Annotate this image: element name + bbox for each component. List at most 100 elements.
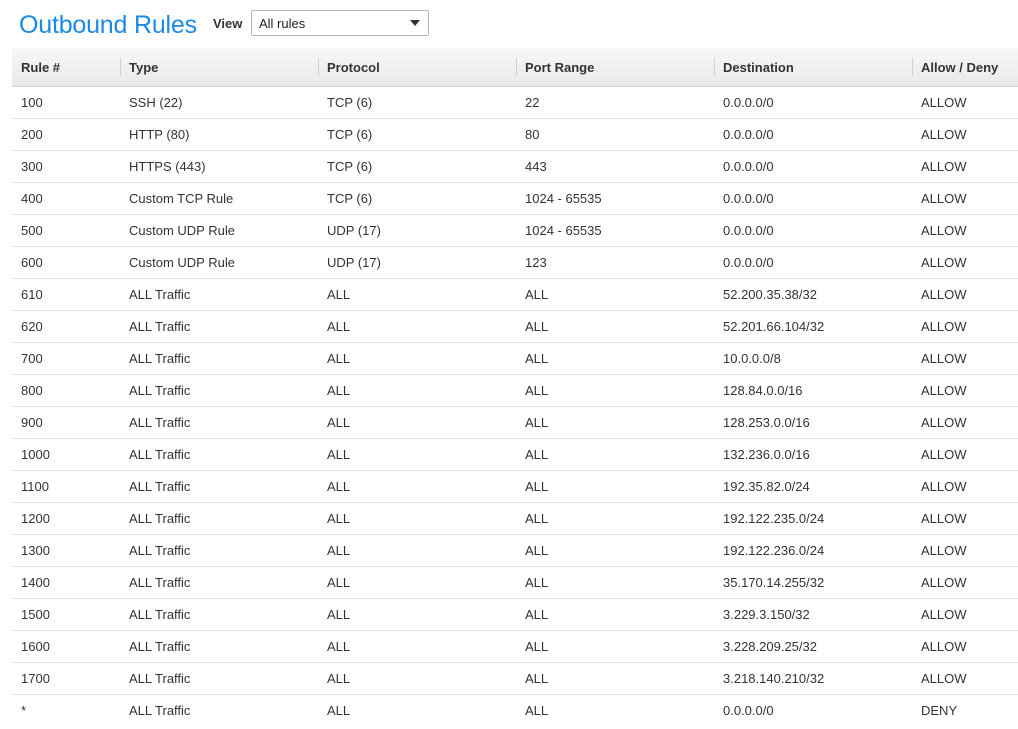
column-header-protocol[interactable]: Protocol bbox=[318, 48, 516, 87]
cell-destination: 35.170.14.255/32 bbox=[714, 566, 912, 599]
cell-type: ALL Traffic bbox=[120, 374, 318, 407]
page-title: Outbound Rules bbox=[19, 11, 197, 39]
table-row[interactable]: 900 ALL Traffic ALL ALL 128.253.0.0/16 ALLOW bbox=[12, 406, 1018, 439]
cell-rule-number: 1500 bbox=[12, 598, 120, 631]
cell-port-range: ALL bbox=[516, 534, 714, 567]
table-body: 100 SSH (22) TCP (6) 22 0.0.0.0/0 ALLOW 200 HTT… bbox=[12, 86, 1018, 727]
cell-destination: 3.229.3.150/32 bbox=[714, 598, 912, 631]
table-row[interactable]: 500 Custom UDP Rule UDP (17) 1024 - 65535 0.… bbox=[12, 214, 1018, 247]
column-header-type[interactable]: Type bbox=[120, 48, 318, 87]
table-row[interactable]: 800 ALL Traffic ALL ALL 128.84.0.0/16 ALLOW bbox=[12, 374, 1018, 407]
table-row[interactable]: 1700 ALL Traffic ALL ALL 3.218.140.210/32 ALL… bbox=[12, 662, 1018, 695]
cell-allow-deny: ALLOW bbox=[912, 150, 1018, 183]
table-row[interactable]: 1100 ALL Traffic ALL ALL 192.35.82.0/24 ALLOW bbox=[12, 470, 1018, 503]
cell-type: ALL Traffic bbox=[120, 534, 318, 567]
cell-type: ALL Traffic bbox=[120, 502, 318, 535]
cell-protocol: UDP (17) bbox=[318, 246, 516, 279]
caret-down-icon bbox=[410, 20, 420, 26]
cell-destination: 0.0.0.0/0 bbox=[714, 182, 912, 215]
cell-port-range: 443 bbox=[516, 150, 714, 183]
cell-protocol: ALL bbox=[318, 278, 516, 311]
cell-protocol: ALL bbox=[318, 310, 516, 343]
table-row[interactable]: 1400 ALL Traffic ALL ALL 35.170.14.255/32 ALL… bbox=[12, 566, 1018, 599]
view-select[interactable]: All rules bbox=[251, 10, 429, 36]
cell-allow-deny: ALLOW bbox=[912, 342, 1018, 375]
table-row[interactable]: 1600 ALL Traffic ALL ALL 3.228.209.25/32 ALLO… bbox=[12, 630, 1018, 663]
table-row[interactable]: 620 ALL Traffic ALL ALL 52.201.66.104/32 ALLO… bbox=[12, 310, 1018, 343]
cell-allow-deny: ALLOW bbox=[912, 278, 1018, 311]
cell-protocol: TCP (6) bbox=[318, 182, 516, 215]
cell-type: SSH (22) bbox=[120, 86, 318, 119]
table-row[interactable]: 1500 ALL Traffic ALL ALL 3.229.3.150/32 ALLOW bbox=[12, 598, 1018, 631]
cell-protocol: ALL bbox=[318, 470, 516, 503]
cell-type: ALL Traffic bbox=[129, 703, 191, 718]
cell-port-range: ALL bbox=[516, 374, 714, 407]
table-row[interactable]: 700 ALL Traffic ALL ALL 10.0.0.0/8 ALLOW bbox=[12, 342, 1018, 375]
outbound-rules-table: Rule # Type Protocol Port Range Destinat… bbox=[12, 48, 1018, 726]
cell-allow-deny: ALLOW bbox=[912, 534, 1018, 567]
table-row[interactable]: 200 HTTP (80) TCP (6) 80 0.0.0.0/0 ALLOW bbox=[12, 118, 1018, 151]
column-header-allow-deny[interactable]: Allow / Deny bbox=[912, 48, 1018, 87]
cell-port-range: ALL bbox=[516, 278, 714, 311]
table-row[interactable]: 610 ALL Traffic ALL ALL 52.200.35.38/32 ALLOW bbox=[12, 278, 1018, 311]
column-header-rule-number[interactable]: Rule # bbox=[12, 48, 120, 87]
cell-type: ALL Traffic bbox=[120, 598, 318, 631]
table-row[interactable]: 400 Custom TCP Rule TCP (6) 1024 - 65535 0.0… bbox=[12, 182, 1018, 215]
cell-rule-number: 400 bbox=[12, 182, 120, 215]
view-label: View bbox=[213, 16, 243, 31]
cell-port-range: ALL bbox=[516, 342, 714, 375]
cell-rule-number: 700 bbox=[12, 342, 120, 375]
table-row[interactable]: 600 Custom UDP Rule UDP (17) 123 0.0.0.0/0 AL… bbox=[12, 246, 1018, 279]
cell-port-range: 22 bbox=[516, 86, 714, 119]
cell-port-range: ALL bbox=[516, 598, 714, 631]
cell-protocol: ALL bbox=[318, 374, 516, 407]
cell-allow-deny: ALLOW bbox=[912, 406, 1018, 439]
column-header-port-range[interactable]: Port Range bbox=[516, 48, 714, 87]
cell-destination: 10.0.0.0/8 bbox=[714, 342, 912, 375]
cell-allow-deny: ALLOW bbox=[912, 662, 1018, 695]
table-row[interactable]: 1300 ALL Traffic ALL ALL 192.122.236.0/24 ALL… bbox=[12, 534, 1018, 567]
cell-type: ALL Traffic bbox=[120, 406, 318, 439]
table-row[interactable]: * ALL Traffic ALL ALL 0.0.0.0/0 DENY bbox=[12, 695, 1018, 727]
table-row[interactable]: 300 HTTPS (443) TCP (6) 443 0.0.0.0/0 ALLOW bbox=[12, 150, 1018, 183]
table-row[interactable]: 1200 ALL Traffic ALL ALL 192.122.235.0/24 ALL… bbox=[12, 502, 1018, 535]
cell-rule-number: 1700 bbox=[12, 662, 120, 695]
table-row[interactable]: 1000 ALL Traffic ALL ALL 132.236.0.0/16 ALLOW bbox=[12, 438, 1018, 471]
cell-protocol: ALL bbox=[318, 438, 516, 471]
cell-rule-number: 1200 bbox=[12, 502, 120, 535]
cell-protocol: ALL bbox=[318, 630, 516, 663]
cell-type: ALL Traffic bbox=[120, 566, 318, 599]
cell-rule-number: 300 bbox=[12, 150, 120, 183]
cell-type: ALL Traffic bbox=[120, 630, 318, 663]
cell-protocol: ALL bbox=[318, 502, 516, 535]
cell-rule-number: 1000 bbox=[12, 438, 120, 471]
cell-allow-deny: ALLOW bbox=[912, 438, 1018, 471]
cell-allow-deny: ALLOW bbox=[912, 374, 1018, 407]
cell-type: Custom UDP Rule bbox=[120, 246, 318, 279]
cell-type: ALL Traffic bbox=[120, 470, 318, 503]
cell-destination: 0.0.0.0/0 bbox=[714, 246, 912, 279]
cell-rule-number: * bbox=[21, 703, 27, 718]
cell-protocol: TCP (6) bbox=[318, 150, 516, 183]
cell-port-range: 123 bbox=[516, 246, 714, 279]
cell-destination: 3.228.209.25/32 bbox=[714, 630, 912, 663]
cell-allow-deny: ALLOW bbox=[912, 118, 1018, 151]
cell-destination: 52.200.35.38/32 bbox=[714, 278, 912, 311]
cell-rule-number: 1400 bbox=[12, 566, 120, 599]
cell-type: ALL Traffic bbox=[120, 310, 318, 343]
cell-rule-number: 200 bbox=[12, 118, 120, 151]
cell-protocol: TCP (6) bbox=[318, 86, 516, 119]
cell-port-range: ALL bbox=[516, 406, 714, 439]
cell-destination: 128.253.0.0/16 bbox=[714, 406, 912, 439]
cell-protocol: ALL bbox=[318, 406, 516, 439]
cell-allow-deny: ALLOW bbox=[912, 214, 1018, 247]
column-header-destination[interactable]: Destination bbox=[714, 48, 912, 87]
page-header: Outbound Rules View All rules bbox=[0, 0, 1018, 48]
cell-destination: 192.35.82.0/24 bbox=[714, 470, 912, 503]
cell-port-range: ALL bbox=[516, 438, 714, 471]
cell-port-range: ALL bbox=[516, 630, 714, 663]
cell-type: HTTP (80) bbox=[120, 118, 318, 151]
table-row[interactable]: 100 SSH (22) TCP (6) 22 0.0.0.0/0 ALLOW bbox=[12, 86, 1018, 119]
cell-destination: 132.236.0.0/16 bbox=[714, 438, 912, 471]
cell-type: ALL Traffic bbox=[120, 342, 318, 375]
